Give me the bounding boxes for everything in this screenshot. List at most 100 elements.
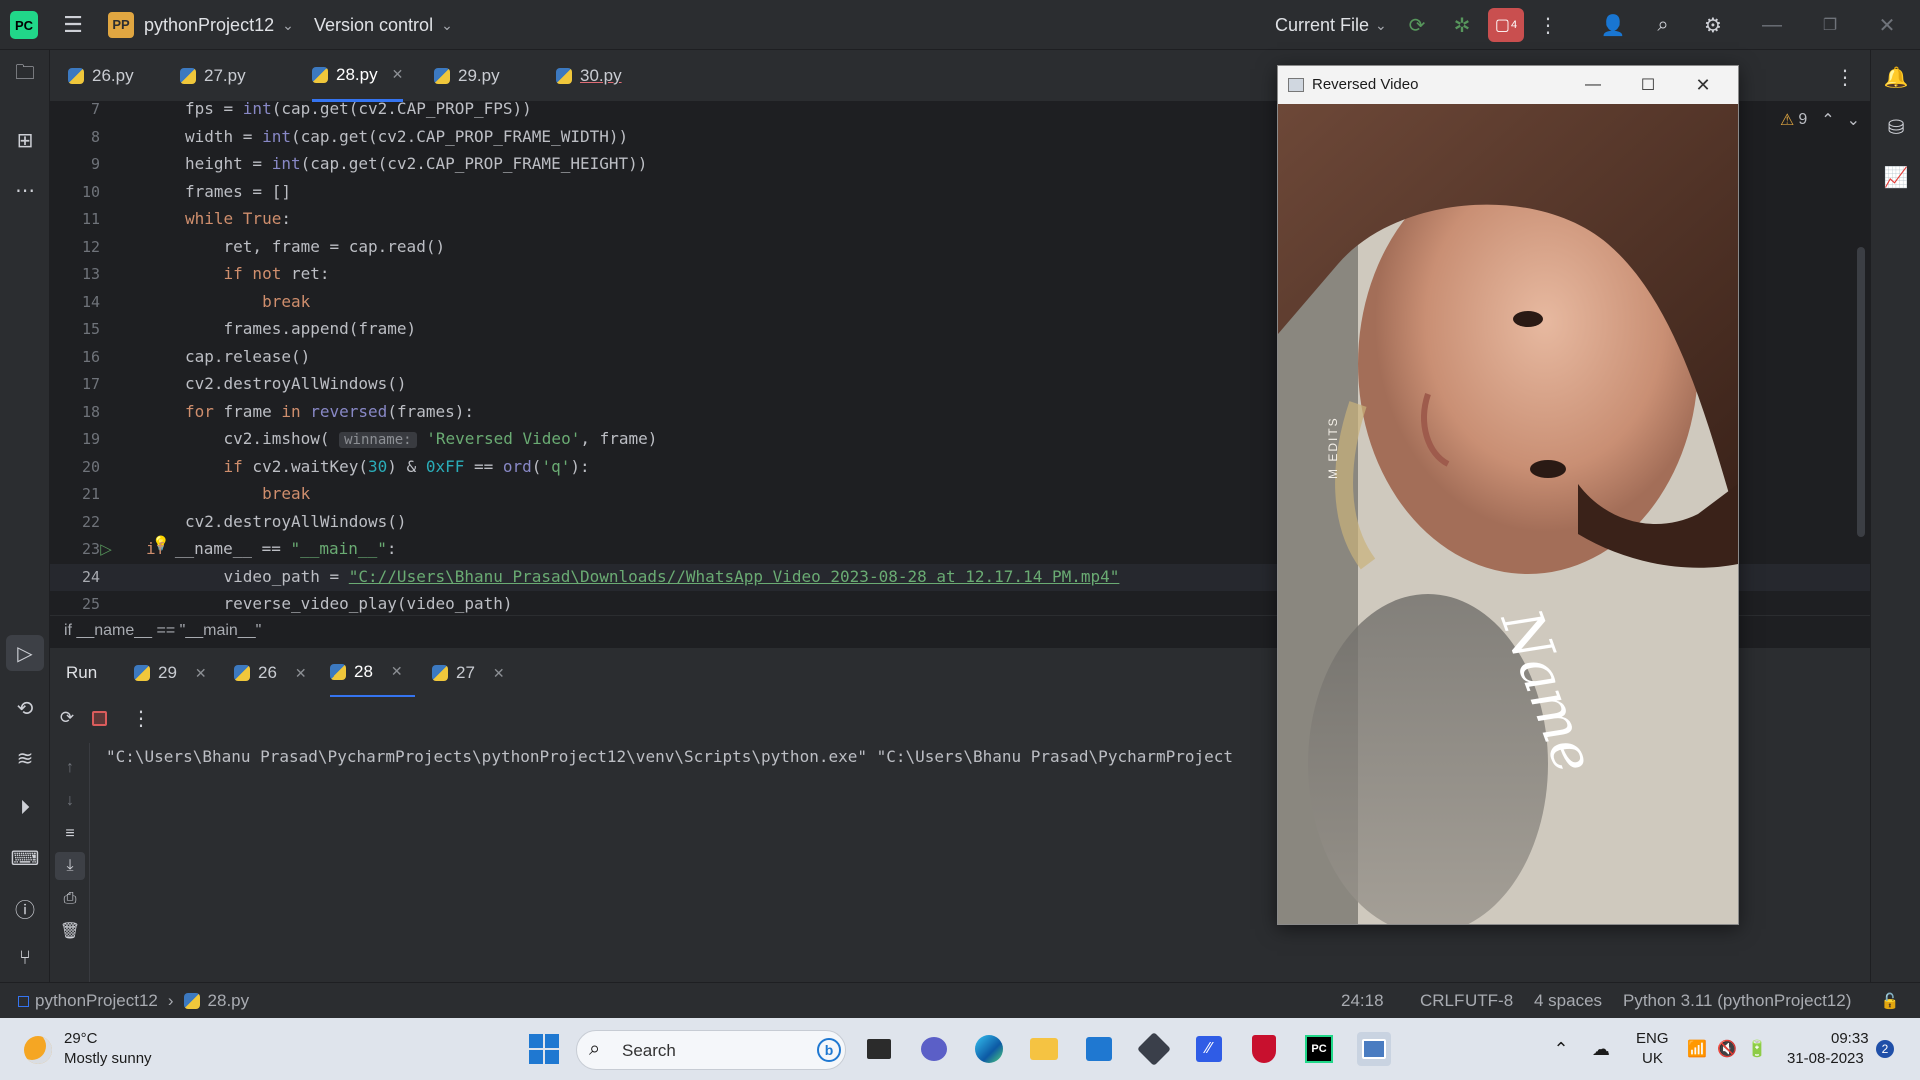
taskbar-search-box[interactable]: ⌕ Search b bbox=[576, 1030, 846, 1070]
notifications-bell-icon[interactable]: 🔔 bbox=[1881, 62, 1911, 92]
code-text: reverse_video_play(video_path) bbox=[185, 594, 513, 613]
tab-label: 30.py bbox=[580, 66, 622, 85]
reversed-video-window[interactable]: Reversed Video — ☐ ✕ M EDITS Name bbox=[1277, 65, 1739, 925]
python-packages-icon[interactable]: ≋ bbox=[10, 743, 40, 773]
chevron-up-icon[interactable]: ⌃ bbox=[1548, 1036, 1574, 1062]
more-actions-icon[interactable]: ⋮ bbox=[1533, 10, 1563, 40]
structure-icon[interactable]: ⊞ bbox=[10, 125, 40, 155]
project-folder-icon[interactable]: 🗀 bbox=[10, 60, 40, 90]
more-tools-icon[interactable]: ⋯ bbox=[10, 175, 40, 205]
tab-29py[interactable]: 29.py bbox=[434, 50, 500, 102]
edge-browser-icon[interactable] bbox=[972, 1032, 1006, 1066]
language-bottom[interactable]: UK bbox=[1642, 1050, 1663, 1067]
code-text: cv2.imshow( winname: 'Reversed Video', f… bbox=[185, 429, 658, 448]
volume-muted-icon[interactable]: 🔇 bbox=[1714, 1036, 1740, 1062]
mcafee-icon[interactable] bbox=[1247, 1032, 1281, 1066]
weather-widget[interactable]: 29°C Mostly sunny bbox=[24, 1028, 174, 1072]
minimize-icon[interactable]: — bbox=[1757, 10, 1787, 40]
file-encoding[interactable]: UTF-8 bbox=[1465, 991, 1513, 1011]
weather-desc: Mostly sunny bbox=[64, 1050, 152, 1067]
pycharm-taskbar-icon[interactable]: PC bbox=[1302, 1032, 1336, 1066]
sciview-icon[interactable]: 📈 bbox=[1881, 162, 1911, 192]
tab-28py[interactable]: 28.py ✕ bbox=[312, 50, 404, 102]
close-tab-icon[interactable]: ✕ bbox=[391, 663, 403, 680]
clock-date[interactable]: 31-08-2023 bbox=[1787, 1050, 1864, 1067]
close-tab-icon[interactable]: ✕ bbox=[195, 665, 207, 682]
more-options-icon[interactable]: ⋮ bbox=[128, 705, 154, 731]
tab-label: 27.py bbox=[204, 66, 246, 85]
caret-position[interactable]: 24:18 bbox=[1341, 991, 1384, 1011]
add-user-icon[interactable]: 👤 bbox=[1598, 10, 1628, 40]
tab-30py[interactable]: 30.py bbox=[556, 50, 622, 102]
stop-icon[interactable] bbox=[86, 705, 112, 731]
print-icon[interactable]: ⎙ bbox=[57, 886, 83, 912]
chat-icon[interactable] bbox=[917, 1032, 951, 1066]
pycharm-logo-icon[interactable]: PC bbox=[10, 11, 38, 39]
microsoft-store-icon[interactable] bbox=[1082, 1032, 1116, 1066]
close-icon[interactable]: ✕ bbox=[1688, 70, 1718, 100]
run-tab-28[interactable]: 28 ✕ bbox=[330, 648, 415, 698]
line-number: 11 bbox=[81, 210, 100, 228]
vcs-menu[interactable]: Version control ⌄ bbox=[314, 10, 453, 40]
tab-26py[interactable]: 26.py bbox=[68, 50, 134, 102]
minimize-icon[interactable]: — bbox=[1578, 70, 1608, 100]
debug-icon[interactable]: ✲ bbox=[1447, 10, 1477, 40]
search-icon[interactable]: ⌕ bbox=[1648, 10, 1678, 40]
python-run-icon bbox=[330, 663, 346, 680]
python-interpreter[interactable]: Python 3.11 (pythonProject12) bbox=[1623, 991, 1851, 1011]
stop-button[interactable]: ▢ 4 bbox=[1488, 8, 1524, 42]
main-menu-icon[interactable]: ☰ bbox=[58, 10, 88, 40]
status-breadcrumb[interactable]: pythonProject12 › 28.py bbox=[18, 991, 249, 1011]
maximize-icon[interactable]: ❐ bbox=[1815, 10, 1845, 40]
notification-badge[interactable]: 2 bbox=[1876, 1040, 1894, 1058]
database-icon[interactable]: ⛁ bbox=[1881, 112, 1911, 142]
indent-setting[interactable]: 4 spaces bbox=[1534, 991, 1602, 1011]
rerun-icon[interactable]: ⟳ bbox=[54, 705, 80, 731]
close-tab-icon[interactable]: ✕ bbox=[392, 66, 404, 83]
battery-icon[interactable]: 🔋 bbox=[1744, 1036, 1770, 1062]
services-icon[interactable]: ⏵ bbox=[10, 793, 40, 823]
soft-wrap-icon[interactable]: ≡ bbox=[57, 821, 83, 847]
maximize-icon[interactable]: ☐ bbox=[1633, 70, 1663, 100]
chevron-down-icon: ⌄ bbox=[441, 16, 453, 33]
run-tool-icon[interactable]: ▷ bbox=[6, 635, 44, 671]
language-top[interactable]: ENG bbox=[1636, 1030, 1669, 1047]
clock-time[interactable]: 09:33 bbox=[1831, 1030, 1869, 1047]
wifi-icon[interactable]: 📶 bbox=[1684, 1036, 1710, 1062]
python-run-icon bbox=[234, 665, 250, 681]
tabs-more-icon[interactable]: ⋮ bbox=[1830, 62, 1860, 92]
tab-27py[interactable]: 27.py bbox=[180, 50, 246, 102]
run-tab-27[interactable]: 27 ✕ bbox=[432, 648, 505, 698]
app-cube-icon[interactable] bbox=[1137, 1032, 1171, 1066]
problems-icon[interactable]: ⓘ bbox=[10, 893, 40, 923]
run-tab-29[interactable]: 29 ✕ bbox=[134, 648, 207, 698]
close-tab-icon[interactable]: ✕ bbox=[493, 665, 505, 682]
line-separator[interactable]: CRLF bbox=[1420, 991, 1464, 1011]
lock-icon[interactable]: 🔓 bbox=[1878, 989, 1902, 1013]
terminal-icon[interactable]: ⌨ bbox=[10, 843, 40, 873]
git-icon[interactable]: ⑂ bbox=[10, 943, 40, 973]
scroll-to-end-icon[interactable]: ⤓ bbox=[55, 852, 85, 880]
python-console-icon[interactable]: ⟲ bbox=[10, 693, 40, 723]
task-view-icon[interactable] bbox=[862, 1032, 896, 1066]
run-config-selector[interactable]: Current File ⌄ bbox=[1275, 10, 1387, 40]
close-tab-icon[interactable]: ✕ bbox=[295, 665, 307, 682]
video-frame-image bbox=[1278, 104, 1738, 924]
scroll-up-icon[interactable]: ↑ bbox=[57, 755, 83, 781]
code-text: height = int(cap.get(cv2.CAP_PROP_FRAME_… bbox=[185, 154, 648, 173]
app-blue-icon[interactable]: ⁄⁄ bbox=[1192, 1032, 1226, 1066]
file-explorer-icon[interactable] bbox=[1027, 1032, 1061, 1066]
scroll-down-icon[interactable]: ↓ bbox=[57, 788, 83, 814]
python-window-icon[interactable] bbox=[1357, 1032, 1391, 1066]
run-gutter-icon[interactable]: ▷ bbox=[95, 538, 117, 560]
project-switcher[interactable]: PP pythonProject12 ⌄ bbox=[108, 10, 294, 40]
rerun-icon[interactable]: ⟳ bbox=[1402, 10, 1432, 40]
trash-icon[interactable]: 🗑 bbox=[57, 918, 83, 944]
video-window-titlebar[interactable]: Reversed Video — ☐ ✕ bbox=[1278, 66, 1738, 104]
windows-start-icon[interactable] bbox=[528, 1033, 560, 1065]
onedrive-icon[interactable]: ☁ bbox=[1586, 1036, 1616, 1062]
code-text: cv2.destroyAllWindows() bbox=[185, 374, 407, 393]
close-icon[interactable]: ✕ bbox=[1872, 10, 1902, 40]
run-tab-26[interactable]: 26 ✕ bbox=[234, 648, 307, 698]
gear-icon[interactable]: ⚙ bbox=[1698, 10, 1728, 40]
